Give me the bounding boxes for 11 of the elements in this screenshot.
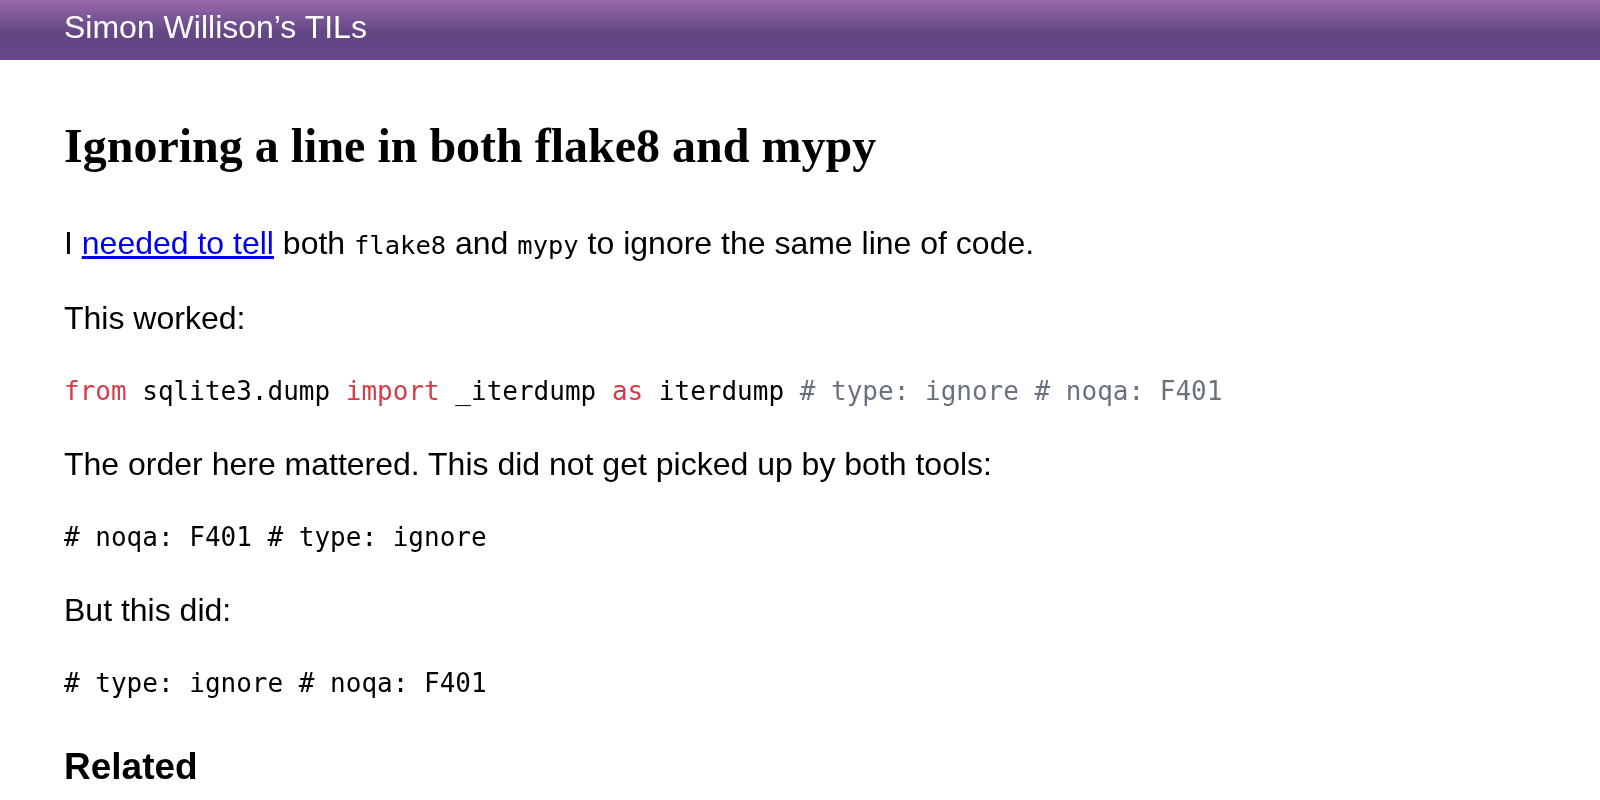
section-heading: Related [64, 746, 199, 788]
code-line: from sqlite3.dump import _iterdump as iterdump # type: ignore # noqa: F401 [64, 375, 1224, 408]
text-link[interactable]: needed to tell [81, 225, 274, 261]
paragraph: I needed to tell both flake8 and mypy to ignore the same line of code. [64, 224, 1036, 263]
site-title[interactable]: Simon Willison’s TILs [64, 9, 367, 45]
code-line: # type: ignore # noqa: F401 [64, 667, 488, 700]
paragraph: This worked: [64, 299, 247, 338]
article-title: Ignoring a line in both flake8 and mypy [64, 118, 878, 174]
code-line: # noqa: F401 # type: ignore [64, 521, 488, 554]
paragraph: The order here mattered. This did not get picked up by both tools: [64, 445, 993, 484]
paragraph: But this did: [64, 591, 233, 630]
